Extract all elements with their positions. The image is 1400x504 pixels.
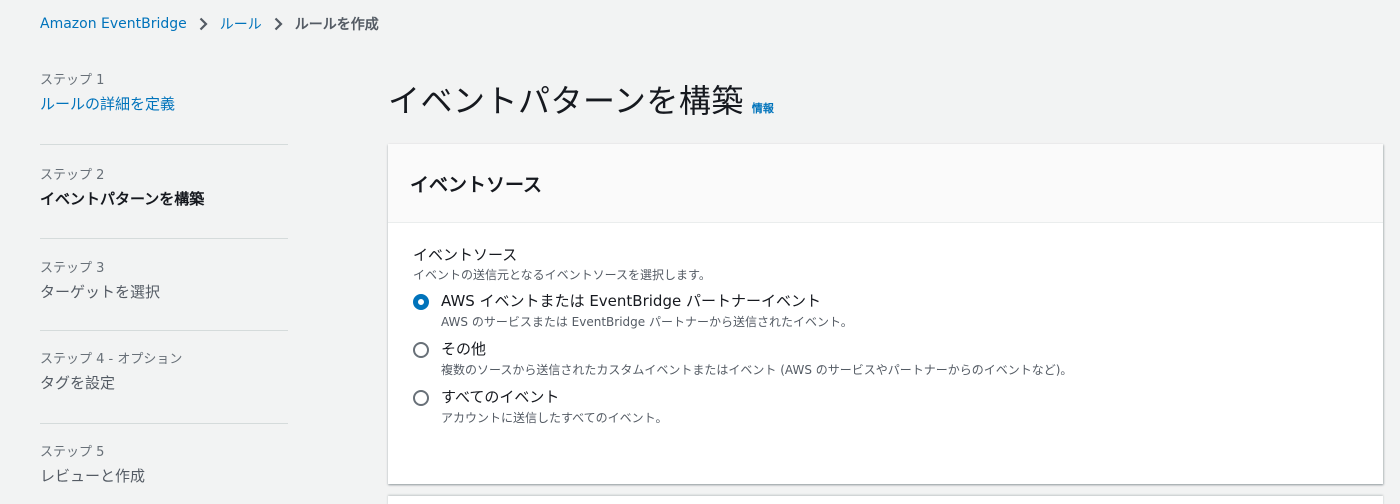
- radio-description: アカウントに送信したすべてのイベント。: [441, 411, 668, 425]
- event-source-panel: イベントソース イベントソース イベントの送信元となるイベントソースを選択します…: [388, 144, 1383, 484]
- radio-option-all-events[interactable]: すべてのイベント アカウントに送信したすべてのイベント。: [413, 387, 1383, 427]
- step-number: ステップ 4 - オプション: [40, 352, 183, 367]
- radio-option-other[interactable]: その他 複数のソースから送信されたカスタムイベントまたはイベント (AWS のサ…: [413, 339, 1383, 379]
- step-2: ステップ 2 イベントパターンを構築: [40, 145, 288, 239]
- page-header: イベントパターンを構築 情報: [388, 76, 774, 122]
- step-3-title: ターゲットを選択: [40, 283, 161, 301]
- step-number: ステップ 3: [40, 261, 105, 276]
- step-4-title: タグを設定: [40, 374, 116, 392]
- radio-button[interactable]: [413, 342, 429, 358]
- step-5-title: レビューと作成: [40, 467, 146, 485]
- step-1: ステップ 1 ルールの詳細を定義: [40, 72, 288, 145]
- radio-button[interactable]: [413, 390, 429, 406]
- step-1-link[interactable]: ルールの詳細を定義: [40, 93, 288, 115]
- radio-description: AWS のサービスまたは EventBridge パートナーから送信されたイベン…: [441, 315, 853, 329]
- wizard-steps: ステップ 1 ルールの詳細を定義 ステップ 2 イベントパターンを構築 ステップ…: [40, 72, 288, 487]
- field-description: イベントの送信元となるイベントソースを選択します。: [413, 268, 711, 282]
- radio-option-aws-events[interactable]: AWS イベントまたは EventBridge パートナーイベント AWS のサ…: [413, 291, 1383, 331]
- step-4: ステップ 4 - オプション タグを設定: [40, 331, 288, 424]
- radio-label: すべてのイベント: [441, 388, 560, 406]
- breadcrumb-rules[interactable]: ルール: [220, 14, 262, 34]
- breadcrumb-eventbridge[interactable]: Amazon EventBridge: [40, 16, 187, 32]
- chevron-right-icon: [199, 17, 208, 31]
- radio-button-checked[interactable]: [413, 294, 429, 310]
- info-link[interactable]: 情報: [752, 100, 774, 116]
- step-3: ステップ 3 ターゲットを選択: [40, 239, 288, 331]
- step-number: ステップ 1: [40, 73, 105, 88]
- radio-label: AWS イベントまたは EventBridge パートナーイベント: [441, 292, 821, 310]
- panel-title: イベントソース: [410, 174, 543, 196]
- step-number: ステップ 5: [40, 445, 105, 460]
- step-5: ステップ 5 レビューと作成: [40, 424, 288, 487]
- next-panel-edge: [388, 496, 1383, 504]
- chevron-right-icon: [274, 17, 283, 31]
- radio-label: その他: [441, 340, 487, 358]
- panel-body: イベントソース イベントの送信元となるイベントソースを選択します。 AWS イベ…: [388, 223, 1383, 427]
- radio-description: 複数のソースから送信されたカスタムイベントまたはイベント (AWS のサービスや…: [441, 363, 1073, 377]
- step-number: ステップ 2: [40, 168, 105, 183]
- step-2-current: イベントパターンを構築: [40, 190, 205, 208]
- page-title: イベントパターンを構築: [388, 82, 744, 120]
- breadcrumb-current: ルールを作成: [294, 17, 379, 33]
- breadcrumb: Amazon EventBridge ルール ルールを作成: [40, 13, 379, 35]
- panel-header: イベントソース: [388, 144, 1383, 223]
- field-label: イベントソース: [413, 246, 518, 264]
